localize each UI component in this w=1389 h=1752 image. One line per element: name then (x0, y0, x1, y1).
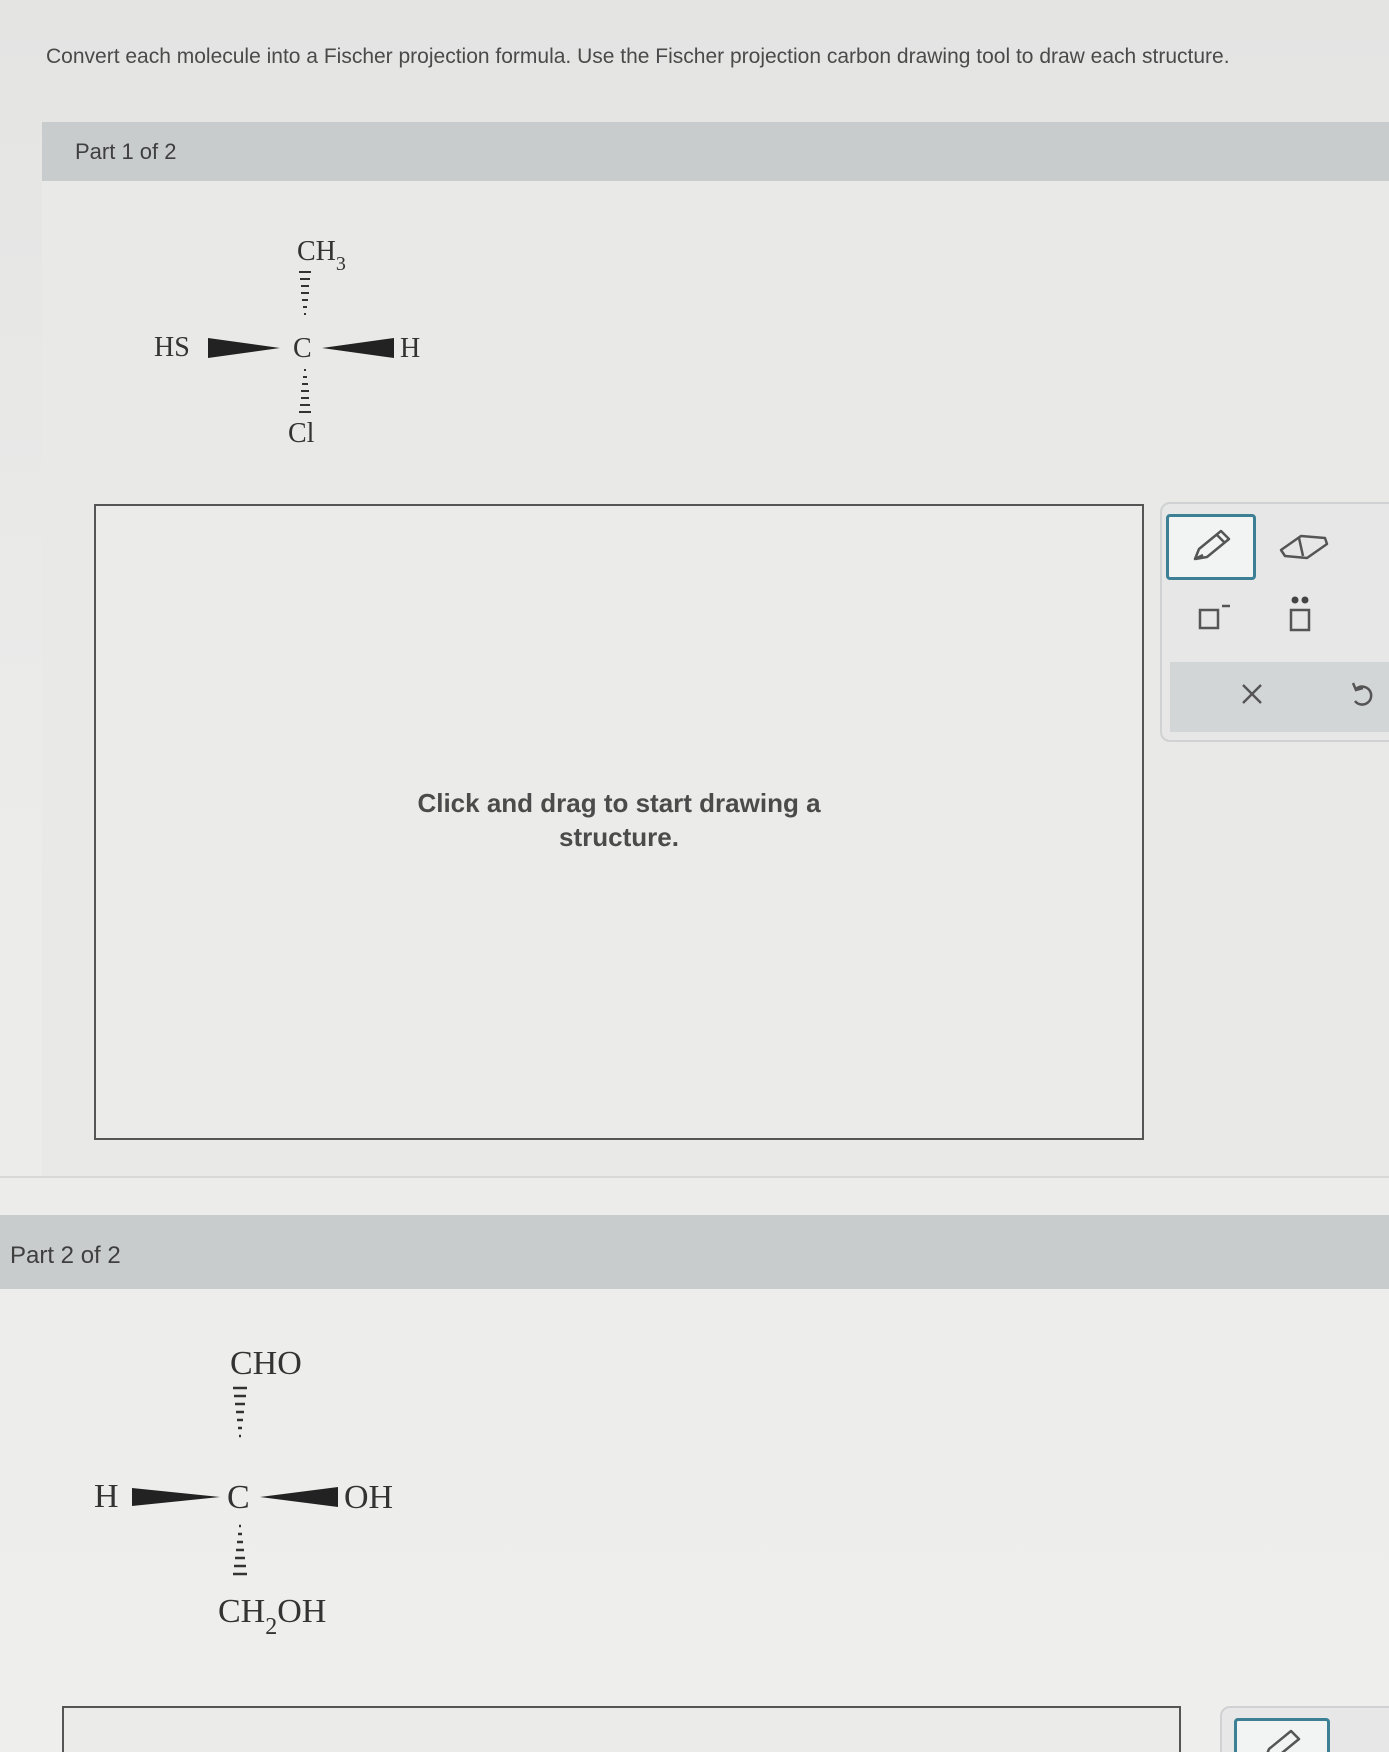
part1-wedge-right (322, 338, 394, 358)
pencil-icon (1266, 1729, 1301, 1752)
part2-center-label: C (227, 1479, 250, 1516)
canvas-hint: Click and drag to start drawing a struct… (96, 786, 1142, 854)
part2-pencil-tool-button[interactable] (1234, 1718, 1330, 1752)
part1-right-label: H (400, 333, 420, 364)
page: Convert each molecule into a Fischer pro… (0, 0, 1389, 1752)
part1-title: Part 1 of 2 (75, 139, 177, 164)
section-divider (0, 1176, 1389, 1178)
pencil-tool-button[interactable] (1166, 514, 1256, 580)
part1-drawing-canvas[interactable]: Click and drag to start drawing a struct… (94, 504, 1144, 1140)
part1-left-label: HS (154, 332, 190, 363)
lone-pair-tool-button[interactable] (1270, 586, 1330, 646)
part2-wedge-right (260, 1487, 338, 1507)
part1-molecule-drawing: CH3 HS C H Cl (154, 236, 420, 449)
part2-header: Part 2 of 2 (0, 1215, 1389, 1289)
lone-pair-icon (1289, 596, 1311, 632)
clear-button[interactable] (1222, 664, 1282, 724)
part1-center-label: C (293, 333, 312, 364)
eraser-tool-button[interactable] (1272, 516, 1336, 576)
undo-icon (1351, 682, 1373, 706)
pencil-icon (1193, 529, 1231, 561)
part2-wedge-left (132, 1488, 220, 1506)
part2-hash-up (233, 1386, 247, 1438)
part1-header: Part 1 of 2 (42, 122, 1389, 181)
part1-hash-up (299, 271, 311, 315)
close-icon (1242, 684, 1262, 704)
instructions-text: Convert each molecule into a Fischer pro… (46, 45, 1230, 68)
part1-bottom-label: Cl (288, 418, 315, 449)
canvas-hint-line2: structure. (559, 822, 679, 852)
part2-top-label: CHO (230, 1345, 302, 1382)
drawing-toolbar (1160, 502, 1389, 742)
part2-left-label: H (94, 1478, 119, 1515)
part2-molecule-drawing: CHO H C OH CH2OH (94, 1345, 393, 1640)
part2-drawing-toolbar (1220, 1706, 1389, 1752)
part2-bottom-label: CH2OH (218, 1593, 326, 1640)
part2-right-label: OH (344, 1479, 393, 1516)
part1-top-label: CH3 (297, 236, 346, 275)
eraser-icon (1279, 534, 1329, 560)
part2-hash-down (233, 1524, 247, 1576)
part2-drawing-canvas[interactable] (62, 1706, 1181, 1752)
canvas-hint-line1: Click and drag to start drawing a (417, 788, 821, 818)
part2-title: Part 2 of 2 (10, 1242, 121, 1269)
part1-wedge-left (208, 338, 280, 358)
charge-icon (1198, 604, 1230, 630)
part1-hash-down (299, 369, 311, 413)
charge-tool-button[interactable] (1184, 586, 1244, 646)
undo-button[interactable] (1332, 664, 1389, 724)
